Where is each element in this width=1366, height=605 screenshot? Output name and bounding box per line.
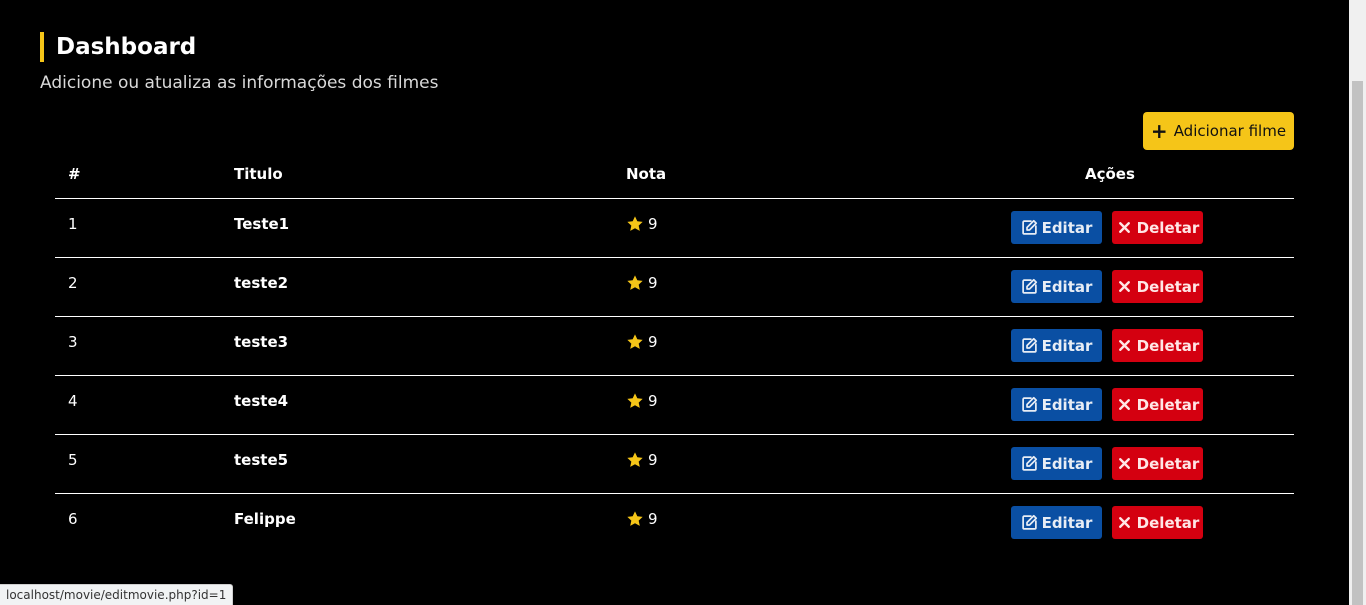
row-rating: 9 <box>626 215 658 233</box>
rating-value: 9 <box>648 274 658 292</box>
page-title: Dashboard <box>56 34 197 60</box>
row-id: 5 <box>68 451 78 469</box>
rating-value: 9 <box>648 333 658 351</box>
delete-label: Deletar <box>1136 218 1200 237</box>
table-row: 6 Felippe 9 Editar Deletar <box>55 494 1294 552</box>
column-header-rating: Nota <box>626 165 667 183</box>
table-row: 2 teste2 9 Editar Deletar <box>55 258 1294 317</box>
close-icon <box>1118 399 1130 410</box>
page-scrollbar[interactable] <box>1349 0 1366 605</box>
row-actions: Editar Deletar <box>1011 211 1203 244</box>
status-bar-url: localhost/movie/editmovie.php?id=1 <box>0 584 234 605</box>
rating-value: 9 <box>648 392 658 410</box>
table-row: 3 teste3 9 Editar Deletar <box>55 317 1294 376</box>
table-row: 5 teste5 9 Editar Deletar <box>55 435 1294 494</box>
row-id: 4 <box>68 392 78 410</box>
row-actions: Editar Deletar <box>1011 270 1203 303</box>
delete-button[interactable]: Deletar <box>1112 270 1203 303</box>
row-actions: Editar Deletar <box>1011 506 1203 539</box>
edit-button[interactable]: Editar <box>1011 211 1102 244</box>
page: Dashboard Adicione ou atualiza as inform… <box>0 0 1349 605</box>
table-body: 1 Teste1 9 Editar Deletar 2 teste2 9 Edi… <box>55 199 1294 552</box>
edit-button[interactable]: Editar <box>1011 388 1102 421</box>
edit-icon <box>1021 514 1037 530</box>
row-title: Teste1 <box>234 215 290 233</box>
edit-icon <box>1021 396 1037 412</box>
star-icon <box>627 511 643 526</box>
row-actions: Editar Deletar <box>1011 329 1203 362</box>
row-rating: 9 <box>626 510 658 528</box>
delete-label: Deletar <box>1136 454 1200 473</box>
column-header-actions: Ações <box>1085 165 1135 183</box>
delete-button[interactable]: Deletar <box>1112 506 1203 539</box>
edit-icon <box>1021 278 1037 294</box>
star-icon <box>627 334 643 349</box>
column-header-id: # <box>68 165 81 183</box>
close-icon <box>1118 458 1130 469</box>
edit-label: Editar <box>1041 336 1093 355</box>
delete-label: Deletar <box>1136 277 1200 296</box>
scrollbar-thumb[interactable] <box>1352 81 1363 605</box>
table-row: 1 Teste1 9 Editar Deletar <box>55 199 1294 258</box>
delete-button[interactable]: Deletar <box>1112 211 1203 244</box>
edit-button[interactable]: Editar <box>1011 329 1102 362</box>
edit-icon <box>1021 219 1037 235</box>
row-id: 1 <box>68 215 78 233</box>
delete-button[interactable]: Deletar <box>1112 388 1203 421</box>
row-title: Felippe <box>234 510 296 528</box>
row-actions: Editar Deletar <box>1011 388 1203 421</box>
row-rating: 9 <box>626 333 658 351</box>
close-icon <box>1118 517 1130 528</box>
rating-value: 9 <box>648 451 658 469</box>
page-subtitle: Adicione ou atualiza as informações dos … <box>40 73 439 93</box>
row-title: teste4 <box>234 392 289 410</box>
row-id: 3 <box>68 333 78 351</box>
delete-button[interactable]: Deletar <box>1112 329 1203 362</box>
delete-button[interactable]: Deletar <box>1112 447 1203 480</box>
edit-button[interactable]: Editar <box>1011 270 1102 303</box>
edit-label: Editar <box>1041 454 1093 473</box>
row-rating: 9 <box>626 274 658 292</box>
star-icon <box>627 393 643 408</box>
delete-label: Deletar <box>1136 336 1200 355</box>
delete-label: Deletar <box>1136 395 1200 414</box>
delete-label: Deletar <box>1136 513 1200 532</box>
row-title: teste5 <box>234 451 289 469</box>
edit-button[interactable]: Editar <box>1011 447 1102 480</box>
row-actions: Editar Deletar <box>1011 447 1203 480</box>
plus-icon: + <box>1150 119 1168 143</box>
row-title: teste3 <box>234 333 289 351</box>
rating-value: 9 <box>648 215 658 233</box>
close-icon <box>1118 340 1130 351</box>
edit-label: Editar <box>1041 277 1093 296</box>
page-title-block: Dashboard <box>40 32 196 62</box>
row-id: 6 <box>68 510 78 528</box>
star-icon <box>627 452 643 467</box>
star-icon <box>627 216 643 231</box>
row-title: teste2 <box>234 274 289 292</box>
table-row: 4 teste4 9 Editar Deletar <box>55 376 1294 435</box>
movies-table: # Titulo Nota Ações 1 Teste1 9 Editar De… <box>55 150 1294 552</box>
close-icon <box>1118 222 1130 233</box>
edit-icon <box>1021 455 1037 471</box>
row-id: 2 <box>68 274 78 292</box>
add-movie-button[interactable]: + Adicionar filme <box>1143 112 1294 150</box>
edit-button[interactable]: Editar <box>1011 506 1102 539</box>
edit-icon <box>1021 337 1037 353</box>
column-header-title: Titulo <box>234 165 283 183</box>
row-rating: 9 <box>626 451 658 469</box>
edit-label: Editar <box>1041 395 1093 414</box>
add-movie-label: Adicionar filme <box>1173 122 1287 140</box>
star-icon <box>627 275 643 290</box>
rating-value: 9 <box>648 510 658 528</box>
edit-label: Editar <box>1041 218 1093 237</box>
close-icon <box>1118 281 1130 292</box>
row-rating: 9 <box>626 392 658 410</box>
table-header: # Titulo Nota Ações <box>55 150 1294 199</box>
edit-label: Editar <box>1041 513 1093 532</box>
